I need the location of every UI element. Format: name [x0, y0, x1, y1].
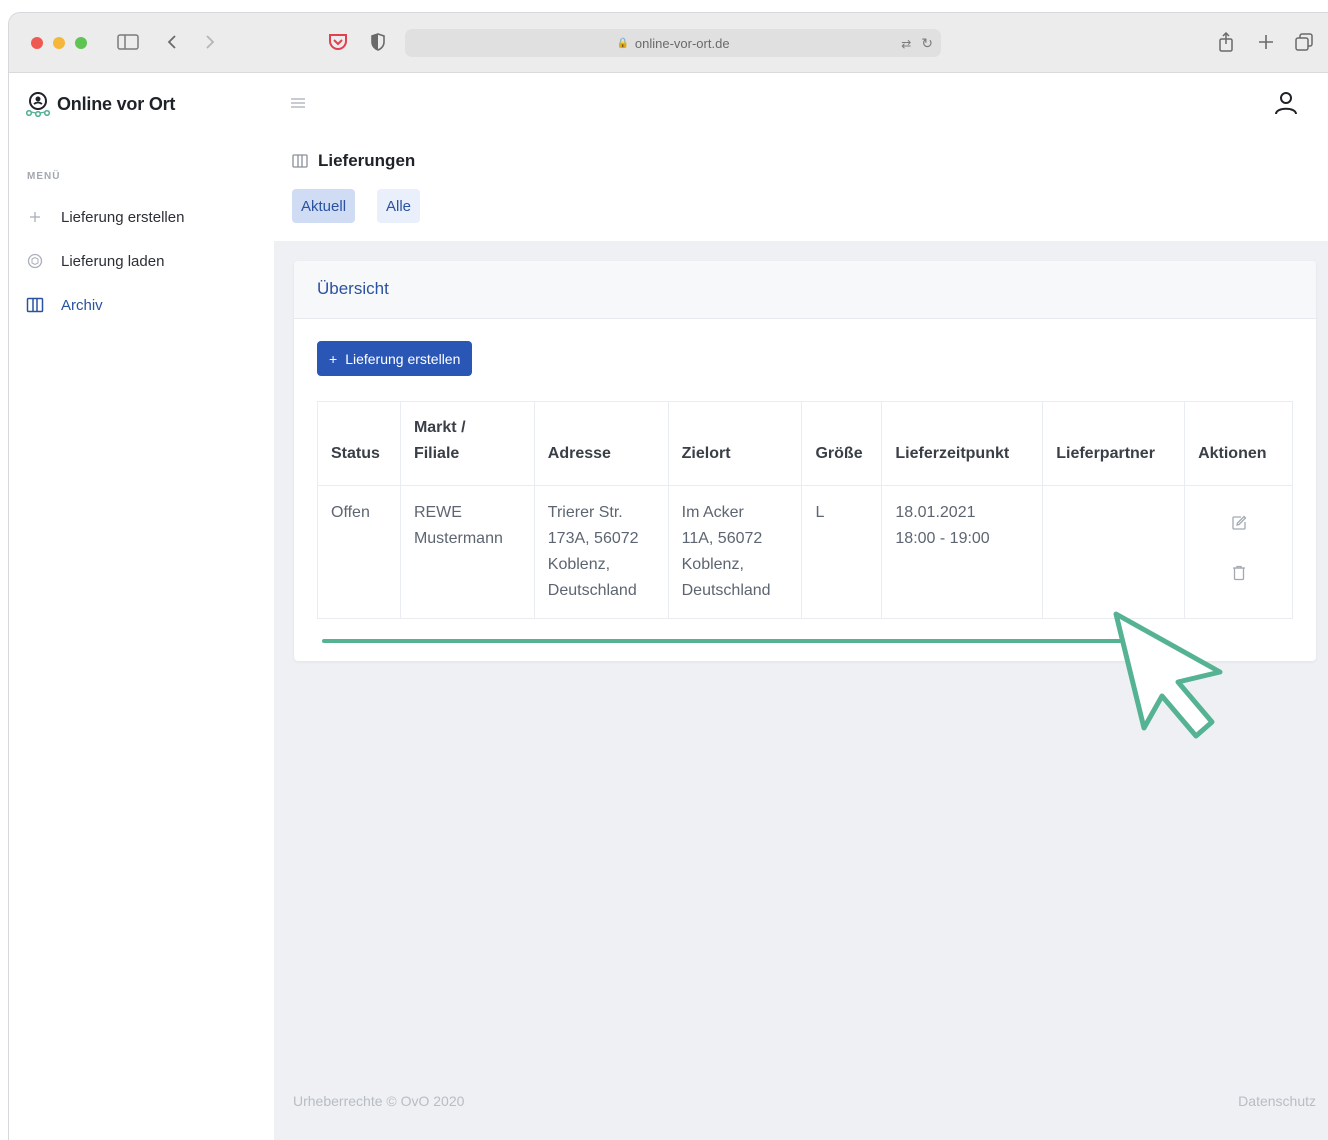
card-header: Übersicht	[294, 261, 1316, 319]
column-header-lieferpartner[interactable]: Lieferpartner	[1042, 401, 1186, 486]
column-header-markt-line1: Markt /	[413, 419, 466, 436]
cell-adresse-line: Deutschland	[547, 582, 637, 599]
cell-date: 18.01.2021	[895, 504, 976, 521]
sidebar-item-label: Lieferung laden	[61, 252, 165, 270]
cell-zielort-line: 11A, 56072	[681, 530, 763, 547]
app-logo[interactable]: Online vor Ort	[25, 91, 175, 117]
cell-adresse-line: 173A, 56072	[547, 530, 639, 547]
reload-icon[interactable]: ↻	[921, 35, 933, 52]
location-logo-icon	[25, 92, 51, 117]
close-window-button[interactable]	[31, 37, 43, 49]
sidebar-item-label: Lieferung erstellen	[61, 208, 185, 226]
page-header: Lieferungen Aktuell Alle	[274, 135, 1328, 241]
tab-aktuell[interactable]: Aktuell	[292, 189, 356, 223]
page-title: Lieferungen	[292, 151, 415, 171]
sidebar-item-archiv[interactable]: Archiv	[23, 295, 103, 315]
cell-zielort-line: Im Acker	[681, 504, 744, 521]
sidebar-item-label: Archiv	[61, 296, 103, 314]
translate-icon[interactable]: ⇄	[901, 37, 911, 51]
row-actions	[1198, 500, 1279, 590]
archive-icon	[292, 154, 308, 168]
forward-icon[interactable]	[197, 29, 223, 55]
column-header-markt-line2: Filiale	[413, 445, 460, 462]
browser-toolbar: 🔒 online-vor-ort.de ⇄ ↻	[9, 13, 1328, 73]
menu-heading: MENÜ	[27, 171, 61, 182]
pointer-cursor-icon	[1113, 611, 1223, 739]
highlight-underline	[322, 639, 1132, 643]
cell-markt: REWE Mustermann	[399, 485, 535, 619]
box-icon	[23, 251, 47, 271]
cell-zielort: Im Acker 11A, 56072 Koblenz, Deutschland	[667, 485, 803, 619]
user-account-icon[interactable]	[1272, 89, 1300, 117]
column-header-groesse[interactable]: Größe	[801, 401, 883, 486]
cell-status: Offen	[317, 485, 401, 619]
cell-adresse-line: Koblenz,	[547, 556, 611, 573]
create-delivery-button[interactable]: + Lieferung erstellen	[317, 341, 473, 376]
cell-zielort-line: Koblenz,	[681, 556, 744, 573]
cell-time: 18:00 - 19:00	[895, 530, 990, 547]
cell-markt-line: REWE	[413, 504, 462, 521]
app-header: Online vor Ort	[9, 73, 1328, 135]
cell-zielort-line: Deutschland	[681, 582, 771, 599]
cell-aktionen	[1184, 485, 1293, 619]
cell-adresse: Trierer Str. 173A, 56072 Koblenz, Deutsc…	[533, 485, 669, 619]
address-bar[interactable]: 🔒 online-vor-ort.de ⇄ ↻	[405, 29, 941, 57]
zoom-window-button[interactable]	[75, 37, 87, 49]
lock-icon: 🔒	[616, 37, 629, 49]
cell-lieferpartner	[1042, 485, 1186, 619]
column-header-aktionen: Aktionen	[1184, 401, 1293, 486]
privacy-shield-icon[interactable]	[365, 29, 391, 55]
menu-toggle-icon[interactable]	[289, 95, 307, 111]
sidebar: MENÜ Lieferung erstellen Lieferung laden…	[9, 135, 274, 1140]
footer-privacy-link[interactable]: Datenschutz	[1238, 1093, 1316, 1109]
column-header-markt[interactable]: Markt / Filiale	[399, 401, 535, 486]
column-header-adresse[interactable]: Adresse	[533, 401, 669, 486]
url-text: online-vor-ort.de	[634, 35, 730, 51]
cell-lieferzeitpunkt: 18.01.2021 18:00 - 19:00	[881, 485, 1044, 619]
archive-icon	[23, 295, 47, 315]
cell-markt-line: Mustermann	[413, 530, 503, 547]
pocket-icon[interactable]	[325, 29, 351, 55]
deliveries-table: Status Markt / Filiale Adresse Zielort G…	[317, 401, 1293, 619]
page-title-text: Lieferungen	[318, 151, 416, 170]
tab-overview-icon[interactable]	[1291, 29, 1317, 55]
delete-icon[interactable]	[1232, 564, 1246, 590]
column-header-status[interactable]: Status	[317, 401, 401, 486]
sidebar-item-lieferung-laden[interactable]: Lieferung laden	[23, 251, 164, 271]
footer-copyright: Urheberrechte © OvO 2020	[293, 1093, 465, 1109]
browser-window: 🔒 online-vor-ort.de ⇄ ↻ Online vor Ort M…	[8, 12, 1328, 1140]
table-row: Offen REWE Mustermann Trierer Str. 173A,…	[317, 485, 1293, 619]
table-header-row: Status Markt / Filiale Adresse Zielort G…	[317, 401, 1293, 486]
cell-adresse-line: Trierer Str.	[547, 504, 623, 521]
column-header-zielort[interactable]: Zielort	[667, 401, 803, 486]
minimize-window-button[interactable]	[53, 37, 65, 49]
back-icon[interactable]	[159, 29, 185, 55]
plus-icon: +	[329, 350, 338, 367]
create-delivery-label: Lieferung erstellen	[345, 350, 461, 367]
new-tab-icon[interactable]	[1253, 29, 1279, 55]
sidebar-item-lieferung-erstellen[interactable]: Lieferung erstellen	[23, 207, 184, 227]
card-title: Übersicht	[317, 279, 389, 298]
app-name: Online vor Ort	[57, 93, 176, 114]
sidebar-toggle-icon[interactable]	[115, 29, 141, 55]
edit-icon[interactable]	[1231, 514, 1247, 540]
tab-alle[interactable]: Alle	[377, 189, 421, 223]
plus-icon	[23, 207, 47, 227]
column-header-lieferzeitpunkt[interactable]: Lieferzeitpunkt	[881, 401, 1044, 486]
share-icon[interactable]	[1213, 29, 1239, 55]
cell-groesse: L	[801, 485, 883, 619]
